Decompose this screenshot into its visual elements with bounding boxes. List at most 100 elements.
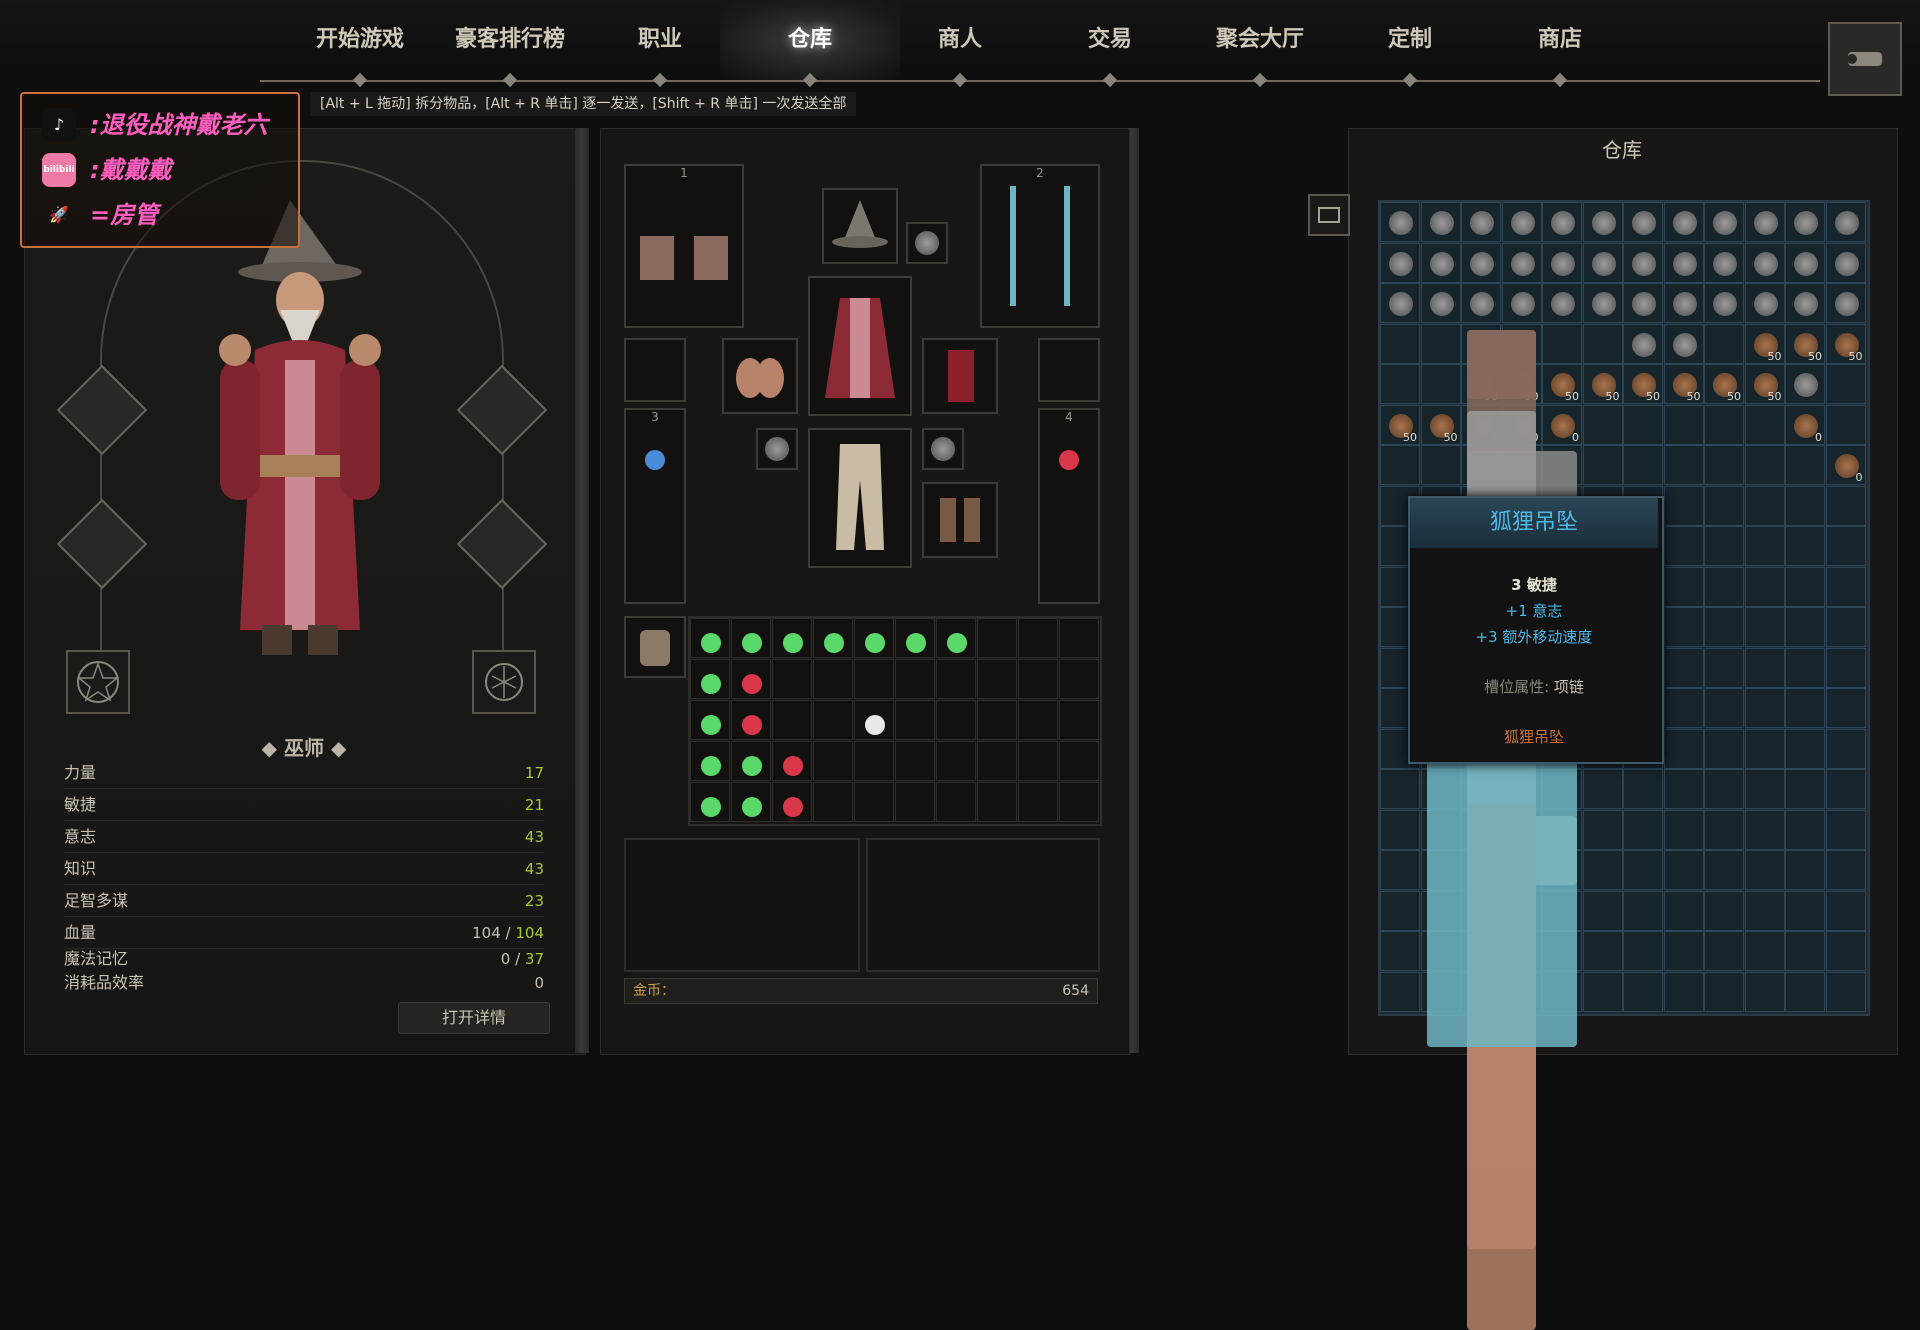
warehouse-cell[interactable]: [1582, 323, 1623, 364]
inventory-cell[interactable]: [977, 618, 1017, 658]
warehouse-cell[interactable]: [1785, 526, 1825, 566]
warehouse-cell[interactable]: [1582, 971, 1623, 1012]
inventory-cell[interactable]: [690, 700, 730, 740]
warehouse-cell[interactable]: 50: [1744, 364, 1785, 404]
inventory-cell[interactable]: [1059, 782, 1099, 822]
inventory-cell[interactable]: [895, 618, 935, 658]
warehouse-cell[interactable]: [1420, 242, 1461, 283]
warehouse-cell[interactable]: [1744, 850, 1785, 890]
warehouse-cell[interactable]: [1542, 283, 1582, 323]
warehouse-cell[interactable]: [1623, 202, 1663, 242]
warehouse-cell[interactable]: [1582, 809, 1623, 850]
warehouse-cell[interactable]: [1663, 971, 1704, 1012]
warehouse-cell[interactable]: [1744, 404, 1785, 445]
warehouse-cell[interactable]: [1744, 283, 1785, 323]
warehouse-cell[interactable]: [1785, 364, 1825, 404]
warehouse-cell[interactable]: [1825, 364, 1866, 404]
warehouse-cell[interactable]: [1380, 809, 1420, 850]
sort-stash-button[interactable]: [1308, 194, 1350, 236]
inventory-cell[interactable]: [772, 659, 812, 699]
warehouse-cell[interactable]: [1744, 526, 1785, 566]
warehouse-cell[interactable]: [1380, 242, 1420, 283]
warehouse-cell[interactable]: [1825, 485, 1866, 526]
warehouse-cell[interactable]: [1825, 971, 1866, 1012]
warehouse-cell[interactable]: 0: [1825, 445, 1866, 485]
warehouse-cell[interactable]: 50: [1704, 364, 1744, 404]
warehouse-cell[interactable]: [1380, 445, 1420, 485]
necklace-slot[interactable]: [906, 222, 948, 264]
warehouse-cell[interactable]: [1744, 890, 1785, 931]
warehouse-cell[interactable]: [1623, 809, 1663, 850]
warehouse-cell[interactable]: [1542, 323, 1582, 364]
utility-slot[interactable]: [624, 338, 686, 402]
warehouse-cell[interactable]: [1704, 850, 1744, 890]
warehouse-cell[interactable]: [1623, 931, 1663, 971]
utility-slot[interactable]: [1038, 338, 1100, 402]
warehouse-cell[interactable]: [1501, 202, 1542, 242]
warehouse-cell[interactable]: [1825, 850, 1866, 890]
warehouse-cell[interactable]: [1744, 688, 1785, 728]
warehouse-cell[interactable]: [1420, 323, 1461, 364]
nav-merchants[interactable]: 商人: [890, 18, 1030, 62]
inventory-cell[interactable]: [690, 741, 730, 781]
warehouse-cell[interactable]: [1623, 769, 1663, 809]
warehouse-cell[interactable]: [1663, 445, 1704, 485]
inventory-cell[interactable]: [854, 618, 894, 658]
inventory-cell[interactable]: [731, 618, 771, 658]
skill-slot-2[interactable]: [472, 650, 536, 714]
warehouse-cell[interactable]: 50: [1420, 404, 1461, 445]
inventory-cell[interactable]: [977, 659, 1017, 699]
warehouse-cell[interactable]: [1704, 485, 1744, 526]
inventory-cell[interactable]: [731, 700, 771, 740]
warehouse-cell[interactable]: [1420, 364, 1461, 404]
warehouse-cell[interactable]: [1582, 242, 1623, 283]
warehouse-cell[interactable]: [1623, 323, 1663, 364]
weapon-slot-2[interactable]: 2: [980, 164, 1100, 328]
warehouse-cell[interactable]: [1785, 931, 1825, 971]
inventory-cell[interactable]: [1059, 659, 1099, 699]
warehouse-cell[interactable]: [1380, 202, 1420, 242]
warehouse-cell[interactable]: [1704, 890, 1744, 931]
warehouse-cell[interactable]: 50: [1582, 364, 1623, 404]
inventory-cell[interactable]: [977, 782, 1017, 822]
inventory-cell[interactable]: [1018, 659, 1058, 699]
warehouse-cell[interactable]: [1785, 445, 1825, 485]
nav-class[interactable]: 职业: [590, 18, 730, 62]
warehouse-cell[interactable]: [1744, 809, 1785, 850]
inventory-cell[interactable]: [936, 700, 976, 740]
warehouse-cell[interactable]: [1825, 242, 1866, 283]
warehouse-cell[interactable]: [1825, 404, 1866, 445]
inventory-cell[interactable]: [690, 659, 730, 699]
warehouse-cell[interactable]: [1501, 283, 1542, 323]
legs-slot[interactable]: [808, 428, 912, 568]
chest-slot[interactable]: [808, 276, 912, 416]
inventory-cell[interactable]: [813, 741, 853, 781]
warehouse-cell[interactable]: [1461, 283, 1501, 323]
warehouse-cell[interactable]: [1380, 931, 1420, 971]
warehouse-cell[interactable]: 50: [1380, 404, 1420, 445]
warehouse-cell[interactable]: [1704, 809, 1744, 850]
inventory-cell[interactable]: [1018, 782, 1058, 822]
warehouse-cell[interactable]: [1380, 364, 1420, 404]
inventory-cell[interactable]: [895, 659, 935, 699]
skill-slot-1[interactable]: [66, 650, 130, 714]
warehouse-cell[interactable]: [1744, 769, 1785, 809]
inventory-cell[interactable]: [854, 659, 894, 699]
inventory-cell[interactable]: [813, 782, 853, 822]
warehouse-cell[interactable]: [1380, 850, 1420, 890]
warehouse-cell[interactable]: [1380, 283, 1420, 323]
head-slot[interactable]: [822, 188, 898, 264]
warehouse-cell[interactable]: [1663, 809, 1704, 850]
warehouse-cell[interactable]: [1785, 769, 1825, 809]
warehouse-cell[interactable]: [1785, 728, 1825, 769]
back-slot[interactable]: [922, 338, 998, 414]
warehouse-cell[interactable]: [1623, 445, 1663, 485]
warehouse-cell[interactable]: [1744, 728, 1785, 769]
inventory-cell[interactable]: [936, 618, 976, 658]
inventory-cell[interactable]: [1059, 618, 1099, 658]
warehouse-cell[interactable]: 50: [1785, 323, 1825, 364]
warehouse-cell[interactable]: [1663, 566, 1704, 607]
warehouse-cell[interactable]: [1785, 202, 1825, 242]
warehouse-cell[interactable]: [1825, 688, 1866, 728]
warehouse-cell[interactable]: [1623, 242, 1663, 283]
